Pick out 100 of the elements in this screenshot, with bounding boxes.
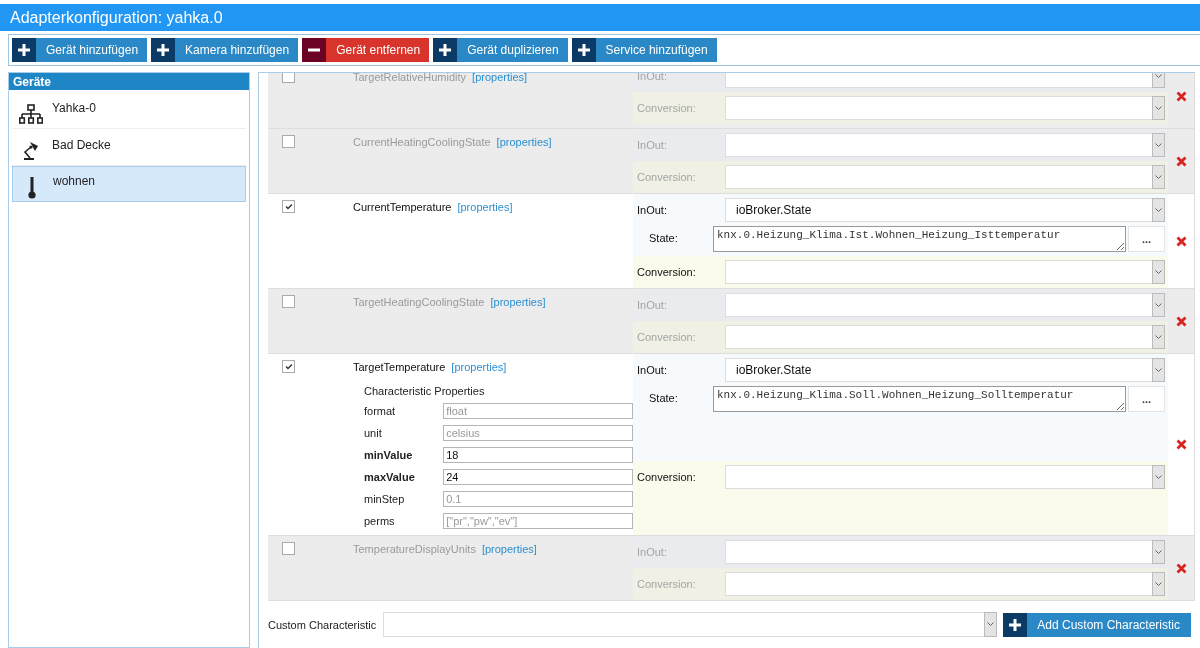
hierarchy-icon (19, 104, 43, 124)
field-label: Conversion: (637, 578, 697, 590)
property-field[interactable]: 18 (443, 447, 633, 463)
checkbox[interactable] (282, 360, 295, 373)
property-label: unit (364, 427, 383, 439)
caret-icon (987, 622, 995, 627)
property-field[interactable]: 0.1 (443, 491, 633, 507)
field-label: Conversion: (637, 171, 697, 183)
desk-lamp-icon (21, 141, 41, 161)
field-label: State: (648, 391, 679, 404)
delete-icon[interactable] (1175, 235, 1187, 247)
field-label: Conversion: (637, 331, 697, 343)
check-icon (284, 363, 293, 370)
caret-icon (1155, 105, 1162, 111)
add-button[interactable]: Service hinzufügen (571, 38, 717, 62)
conversion-select[interactable] (725, 260, 1165, 284)
field-label: InOut: (637, 546, 668, 558)
inout-select[interactable]: ioBroker.State (725, 358, 1165, 382)
caret-icon (1155, 142, 1162, 148)
check-icon (284, 203, 293, 210)
add-button[interactable]: Kamera hinzufügen (151, 38, 299, 62)
conversion-select[interactable] (725, 165, 1165, 189)
browse-button[interactable]: ... (1128, 226, 1165, 252)
caret-icon (1155, 269, 1162, 275)
characteristic-name: TargetHeatingCoolingState (353, 295, 485, 308)
characteristic-select[interactable] (383, 612, 998, 637)
inout-select[interactable]: ioBroker.State (725, 198, 1165, 222)
property-label: minValue (364, 449, 414, 461)
delete-icon[interactable] (1175, 155, 1187, 167)
delete-icon[interactable] (1175, 315, 1187, 327)
thermometer-icon (27, 177, 37, 199)
remove-button[interactable]: Gerät entfernen (302, 38, 430, 62)
section-title: Characteristic Properties (364, 385, 486, 397)
properties-link[interactable]: [properties] (496, 135, 552, 148)
characteristic-name: TargetTemperature (353, 360, 446, 373)
checkbox[interactable] (282, 200, 295, 213)
characteristic-name: TemperatureDisplayUnits (353, 542, 476, 555)
plus-icon (577, 44, 590, 56)
conversion-select[interactable] (725, 325, 1165, 349)
delete-icon[interactable] (1175, 562, 1187, 574)
properties-link[interactable]: [properties] (490, 295, 546, 308)
property-label: format (364, 405, 397, 417)
property-label: maxValue (364, 471, 416, 483)
field-label: InOut: (637, 204, 668, 216)
properties-link[interactable]: [properties] (457, 200, 513, 213)
property-field[interactable]: 24 (443, 469, 633, 485)
plus-icon (157, 44, 170, 56)
delete-icon[interactable] (1175, 439, 1187, 450)
properties-link[interactable]: [properties] (472, 73, 528, 83)
characteristic-name: CurrentTemperature (353, 200, 452, 213)
field-label: Conversion: (637, 102, 697, 114)
add-button[interactable]: Gerät hinzufügen (12, 38, 148, 62)
caret-icon (1155, 73, 1162, 79)
checkbox[interactable] (282, 542, 295, 555)
characteristic-name: TargetRelativeHumidity (353, 73, 467, 83)
field-label: Conversion: (637, 471, 697, 483)
field-label: InOut: (637, 299, 668, 311)
characteristic-name: CurrentHeatingCoolingState (353, 135, 491, 148)
plus-icon (439, 44, 452, 56)
caret-icon (1155, 207, 1162, 213)
caret-icon (1155, 549, 1162, 555)
inout-select[interactable] (725, 540, 1165, 564)
inout-select[interactable] (725, 293, 1165, 317)
property-field[interactable]: float (443, 403, 633, 419)
plus-icon (1009, 618, 1022, 631)
field-label: InOut: (637, 364, 668, 376)
state-field[interactable]: knx.0.Heizung_Klima.Ist.Wohnen_Heizung_Isttemperatur (713, 226, 1126, 252)
caret-icon (1155, 174, 1162, 180)
property-label: perms (364, 515, 396, 527)
field-label: Conversion: (637, 266, 697, 278)
add-button[interactable]: Gerät duplizieren (433, 38, 568, 62)
conversion-select[interactable] (725, 96, 1165, 120)
checkbox[interactable] (282, 135, 295, 148)
property-field[interactable]: celsius (443, 425, 633, 441)
device-item[interactable]: Yahka-0 (12, 92, 246, 129)
window-title: Adapterkonfiguration: yahka.0 (0, 4, 1200, 31)
browse-button[interactable]: ... (1128, 386, 1165, 412)
checkbox[interactable] (282, 295, 295, 308)
property-field[interactable]: ["pr","pw","ev"] (443, 513, 633, 529)
caret-icon (1155, 581, 1162, 587)
property-label: minStep (364, 493, 406, 505)
conversion-select[interactable] (725, 465, 1165, 489)
field-label: State: (648, 231, 679, 244)
field-label: InOut: (637, 73, 668, 82)
caret-icon (1155, 474, 1162, 480)
field-label: Custom Characteristic (268, 618, 377, 631)
delete-icon[interactable] (1175, 90, 1187, 102)
add-button[interactable]: Add Custom Characteristic (1003, 612, 1191, 637)
device-item[interactable]: wohnen (12, 166, 246, 202)
checkbox[interactable] (282, 73, 295, 83)
properties-link[interactable]: [properties] (481, 542, 537, 555)
caret-icon (1155, 367, 1162, 373)
conversion-select[interactable] (725, 572, 1165, 596)
plus-icon (18, 44, 30, 56)
caret-icon (1155, 302, 1162, 308)
properties-link[interactable]: [properties] (451, 360, 507, 373)
inout-select[interactable] (725, 133, 1165, 157)
field-label: InOut: (637, 139, 668, 151)
state-field[interactable]: knx.0.Heizung_Klima.Soll.Wohnen_Heizung_Solltemperatur (713, 386, 1126, 412)
panel-header: Geräte (9, 73, 249, 90)
